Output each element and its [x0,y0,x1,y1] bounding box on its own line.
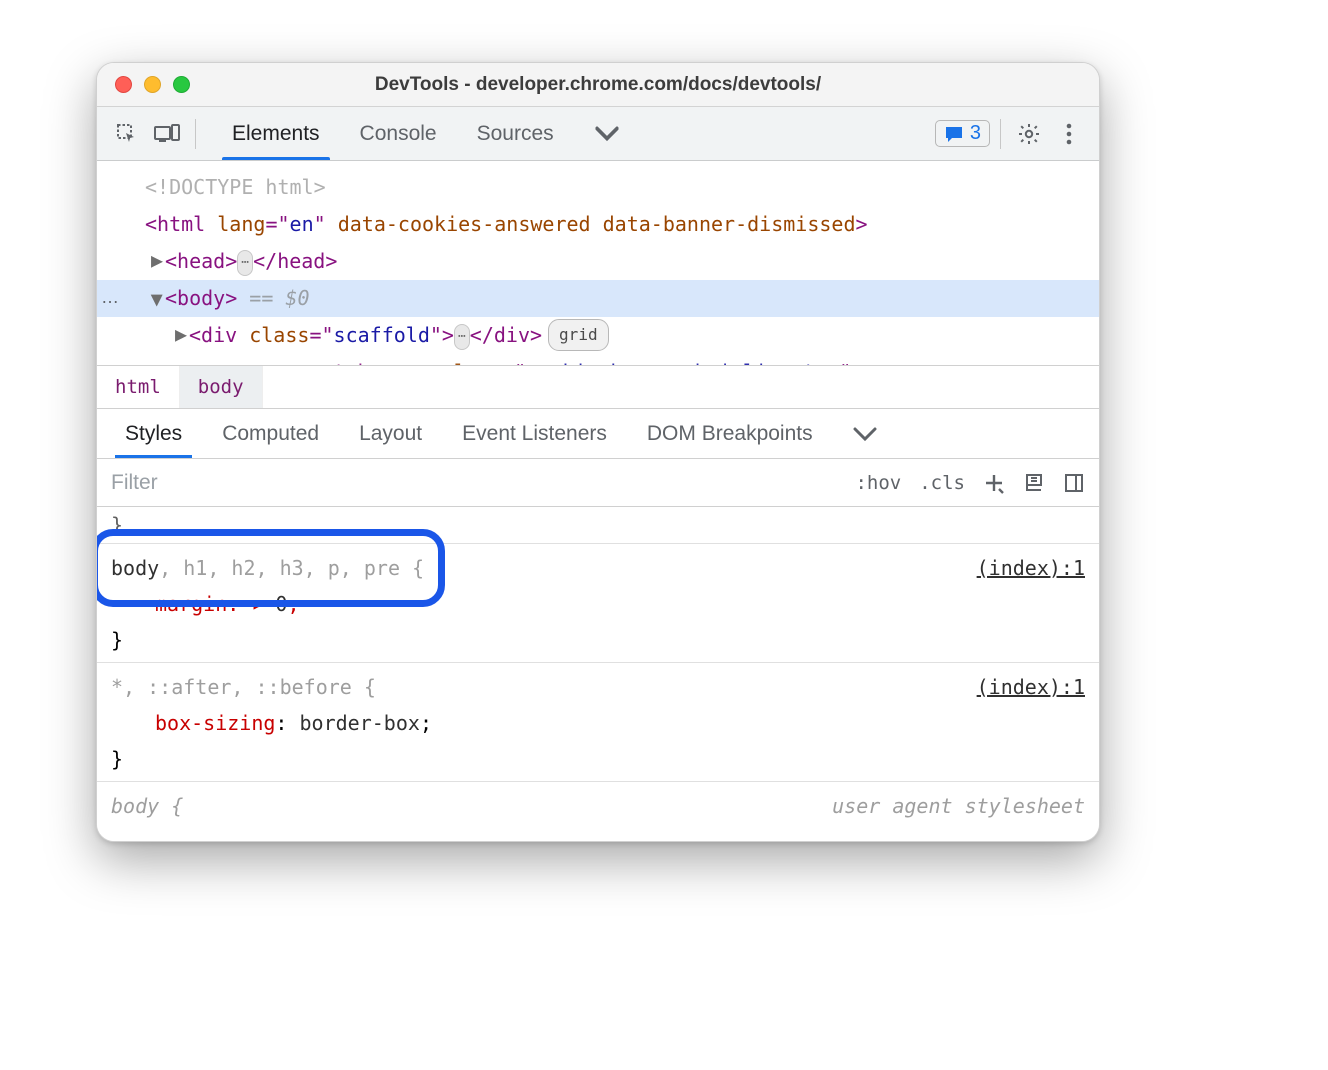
dom-announcement-banner[interactable]: ▶<announcement-banner class="cookie-bann… [97,354,1099,365]
settings-gear-icon[interactable] [1011,116,1047,152]
close-window-button[interactable] [115,76,132,93]
dom-tree[interactable]: <!DOCTYPE html> <html lang="en" data-coo… [97,161,1099,365]
crumb-html[interactable]: html [97,366,180,408]
minimize-window-button[interactable] [144,76,161,93]
subtab-dom-breakpoints[interactable]: DOM Breakpoints [627,409,833,458]
computed-sidebar-icon[interactable] [1063,472,1085,494]
dom-head[interactable]: ▶<head>⋯</head> [97,243,1099,280]
css-decl-margin[interactable]: margin: ▸ 0; [111,586,1085,622]
source-link[interactable]: (index):1 [977,550,1085,586]
grid-badge[interactable]: grid [548,319,609,351]
devtools-window: DevTools - developer.chrome.com/docs/dev… [96,62,1100,842]
dom-html[interactable]: <html lang="en" data-cookies-answered da… [97,206,1099,243]
tab-elements[interactable]: Elements [212,107,340,160]
subtab-event-listeners[interactable]: Event Listeners [442,409,627,458]
traffic-lights [115,76,190,93]
separator [1000,119,1001,149]
source-link[interactable]: (index):1 [977,669,1085,705]
issues-count: 3 [970,122,981,145]
dom-body-selected[interactable]: ▶<body> == $0 [97,280,1099,317]
styles-subtabs: Styles Computed Layout Event Listeners D… [97,409,1099,459]
kebab-menu-icon[interactable] [1051,116,1087,152]
breadcrumb: html body [97,365,1099,409]
cls-toggle[interactable]: .cls [919,472,965,494]
ua-stylesheet-label: user agent stylesheet [832,788,1085,824]
css-decl-box-sizing[interactable]: box-sizing: border-box; [111,705,1085,741]
css-rule-1[interactable]: (index):1 body, h1, h2, h3, p, pre { mar… [97,544,1099,663]
copy-styles-icon[interactable] [1023,472,1045,494]
styles-filter-input[interactable] [97,459,855,506]
styles-pane[interactable]: } (index):1 body, h1, h2, h3, p, pre { m… [97,507,1099,841]
subtab-layout[interactable]: Layout [339,409,442,458]
tabs-overflow[interactable] [574,107,640,160]
separator [195,119,196,149]
new-rule-icon[interactable] [983,472,1005,494]
inspect-element-icon[interactable] [109,116,145,152]
subtab-computed[interactable]: Computed [202,409,339,458]
subtabs-overflow[interactable] [833,409,897,458]
dom-doctype[interactable]: <!DOCTYPE html> [97,169,1099,206]
device-toolbar-icon[interactable] [149,116,185,152]
maximize-window-button[interactable] [173,76,190,93]
subtab-styles[interactable]: Styles [105,409,202,458]
tab-sources[interactable]: Sources [457,107,574,160]
css-rule-2[interactable]: (index):1 *, ::after, ::before { box-siz… [97,663,1099,782]
issues-button[interactable]: 3 [935,120,990,147]
dom-div-scaffold[interactable]: ▶<div class="scaffold">⋯</div>grid [97,317,1099,354]
styles-filter-bar: :hov .cls [97,459,1099,507]
tab-console[interactable]: Console [340,107,457,160]
hov-toggle[interactable]: :hov [855,472,901,494]
filter-actions: :hov .cls [855,472,1099,494]
css-rule-3-partial[interactable]: user agent stylesheet body { [97,782,1099,828]
window-title: DevTools - developer.chrome.com/docs/dev… [97,74,1099,96]
titlebar: DevTools - developer.chrome.com/docs/dev… [97,63,1099,107]
prev-rule-closing: } [97,507,1099,544]
crumb-body[interactable]: body [180,366,263,408]
toolbar: Elements Console Sources 3 [97,107,1099,161]
main-tabs: Elements Console Sources [212,107,640,160]
